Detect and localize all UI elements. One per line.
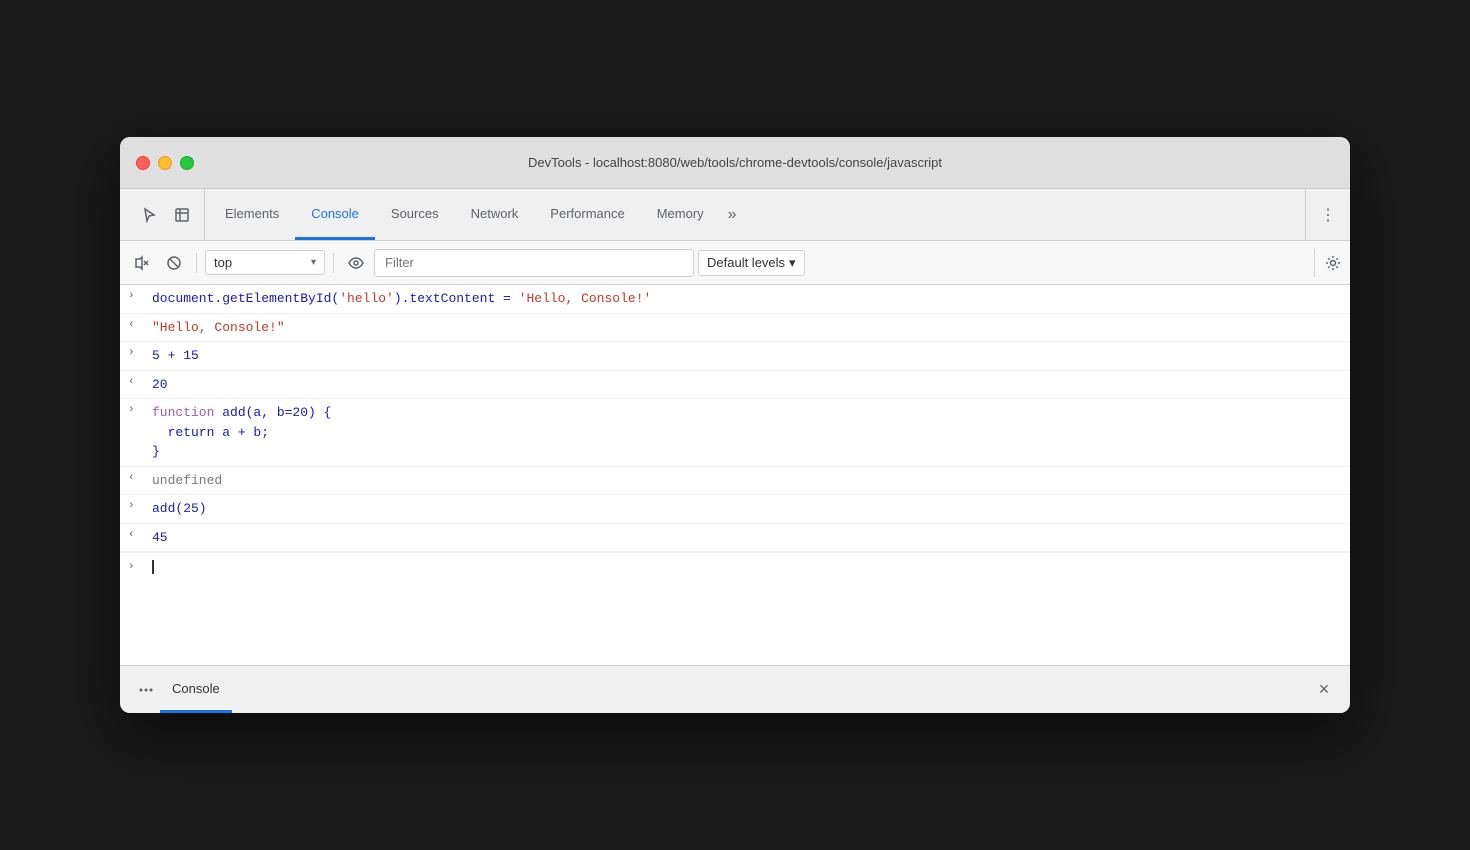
default-levels-arrow: ▾: [789, 255, 796, 271]
tab-bar: Elements Console Sources Network Perform…: [120, 189, 1350, 241]
console-line-3: › 5 + 15: [120, 342, 1350, 371]
console-line-content-8: 45: [152, 528, 1342, 548]
code-line-3: }: [152, 442, 1342, 462]
tab-console[interactable]: Console: [295, 189, 375, 240]
input-prefix-5: ›: [128, 403, 148, 416]
console-line-content-3: 5 + 15: [152, 346, 1342, 366]
tab-performance[interactable]: Performance: [534, 189, 640, 240]
clear-console-button[interactable]: [128, 249, 156, 277]
active-input-prefix: ›: [128, 560, 148, 573]
console-line-5: › function add(a, b=20) { return a + b; …: [120, 399, 1350, 467]
bottom-more-button[interactable]: [132, 676, 160, 704]
cursor-icon-btn[interactable]: [136, 201, 164, 229]
toolbar-divider-2: [333, 253, 334, 273]
block-icon-btn[interactable]: [160, 249, 188, 277]
maximize-button[interactable]: [180, 156, 194, 170]
output-prefix-6: ‹: [128, 471, 148, 484]
default-levels-button[interactable]: Default levels ▾: [698, 250, 805, 276]
console-line-content-7: add(25): [152, 499, 1342, 519]
console-line-content-2: "Hello, Console!": [152, 318, 1342, 338]
bottom-console-tab[interactable]: Console: [160, 666, 232, 713]
traffic-lights: [136, 156, 194, 170]
tab-memory[interactable]: Memory: [641, 189, 720, 240]
console-line-content-4: 20: [152, 375, 1342, 395]
console-line-4: ‹ 20: [120, 371, 1350, 400]
console-line-6: ‹ undefined: [120, 467, 1350, 496]
toolbar-divider: [196, 253, 197, 273]
console-toolbar: top ▾ Default levels ▾: [120, 241, 1350, 285]
output-prefix-8: ‹: [128, 528, 148, 541]
filter-input[interactable]: [374, 249, 694, 277]
console-line-content-1: document.getElementById('hello').textCon…: [152, 289, 1342, 309]
console-line-2: ‹ "Hello, Console!": [120, 314, 1350, 343]
console-cursor: [152, 560, 154, 574]
title-bar: DevTools - localhost:8080/web/tools/chro…: [120, 137, 1350, 189]
input-prefix-1: ›: [128, 289, 148, 302]
eye-icon-btn[interactable]: [342, 249, 370, 277]
tab-items: Elements Console Sources Network Perform…: [209, 189, 1305, 240]
tab-elements[interactable]: Elements: [209, 189, 295, 240]
console-line-7: › add(25): [120, 495, 1350, 524]
active-input-content: [152, 557, 1342, 577]
input-prefix-7: ›: [128, 499, 148, 512]
code-line-2: return a + b;: [152, 423, 1342, 443]
console-output[interactable]: › document.getElementById('hello').textC…: [120, 285, 1350, 665]
console-line-content-6: undefined: [152, 471, 1342, 491]
minimize-button[interactable]: [158, 156, 172, 170]
context-arrow-icon: ▾: [311, 257, 316, 268]
bottom-bar: Console ×: [120, 665, 1350, 713]
console-line-1: › document.getElementById('hello').textC…: [120, 285, 1350, 314]
code-line-1: function add(a, b=20) {: [152, 403, 1342, 423]
tab-bar-icons: [128, 189, 205, 240]
devtools-window: DevTools - localhost:8080/web/tools/chro…: [120, 137, 1350, 713]
window-title: DevTools - localhost:8080/web/tools/chro…: [528, 155, 942, 170]
tab-bar-end: ⋮: [1305, 189, 1342, 240]
console-input-line[interactable]: ›: [120, 552, 1350, 581]
inspect-icon-btn[interactable]: [168, 201, 196, 229]
tab-more-button[interactable]: »: [720, 189, 745, 240]
console-line-8: ‹ 45: [120, 524, 1350, 553]
more-options-button[interactable]: ⋮: [1314, 201, 1342, 229]
input-prefix-3: ›: [128, 346, 148, 359]
context-value: top: [214, 255, 305, 270]
settings-icon-btn[interactable]: [1314, 249, 1342, 277]
output-prefix-4: ‹: [128, 375, 148, 388]
console-line-content-5: function add(a, b=20) { return a + b; }: [152, 403, 1342, 462]
tab-sources[interactable]: Sources: [375, 189, 455, 240]
context-selector[interactable]: top ▾: [205, 250, 325, 275]
tab-network[interactable]: Network: [455, 189, 535, 240]
close-button[interactable]: [136, 156, 150, 170]
output-prefix-2: ‹: [128, 318, 148, 331]
bottom-close-button[interactable]: ×: [1310, 676, 1338, 704]
